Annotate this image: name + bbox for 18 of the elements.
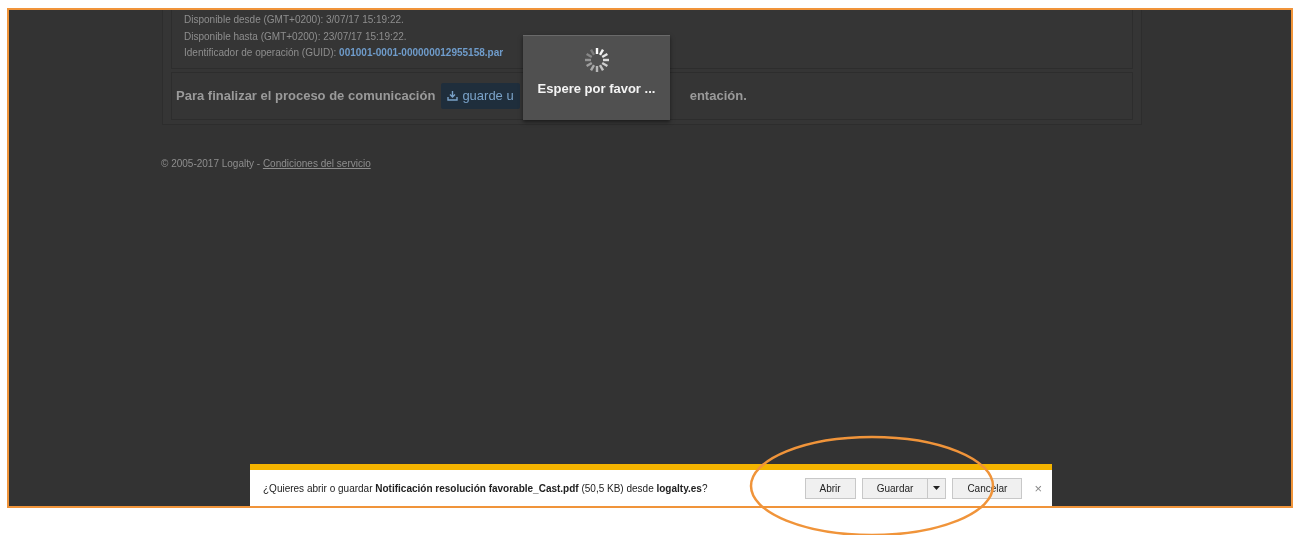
detail-text: Disponible hasta (GMT+0200): 23/07/17 15:19:22. <box>184 30 407 42</box>
save-button[interactable]: Guardar <box>861 477 929 499</box>
guid-link[interactable]: 001001-0001-000000012955158.par <box>339 47 504 58</box>
save-button[interactable]: guarde u <box>441 82 520 109</box>
detail-text: Disponible desde (GMT+0200): 3/07/17 15:19:22. <box>184 14 404 25</box>
loading-message: Espere por favor ... <box>537 81 656 96</box>
download-prompt: ¿Quieres abrir o guardar Notificación resolución favorable_Cast.pdf (50,5 KB) desde logalty.es? <box>263 482 708 494</box>
bar-button[interactable]: Abrir <box>804 477 856 499</box>
finalize-text: entación. <box>689 88 747 103</box>
spinner-icon <box>583 47 610 73</box>
download-icon <box>447 90 459 101</box>
copyright-text: © 2005-2017 Logalty - <box>161 158 262 169</box>
detail-text: Identificador de operación (GUID): <box>184 47 338 58</box>
terms-link[interactable]: Condiciones del servicio <box>262 158 371 169</box>
dropdown-button[interactable] <box>928 477 947 499</box>
close-button[interactable]: × <box>1032 480 1044 496</box>
finalize-text: Para finalizar el proceso de comunicación <box>176 88 436 103</box>
caret-icon <box>933 486 941 490</box>
